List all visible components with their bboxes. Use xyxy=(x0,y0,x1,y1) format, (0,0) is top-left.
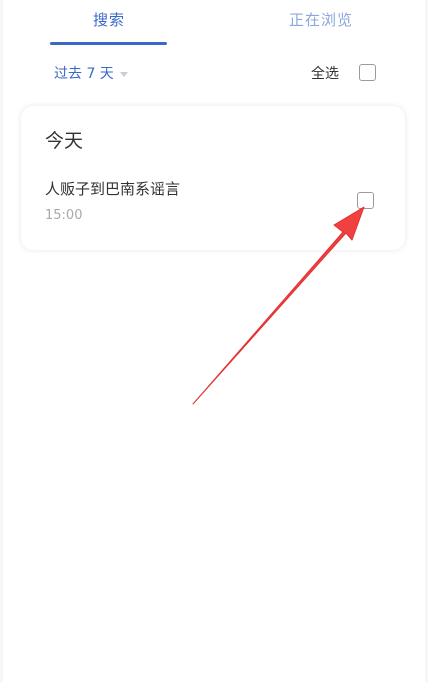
active-tab-indicator xyxy=(50,42,167,45)
tab-browsing[interactable]: 正在浏览 xyxy=(289,10,353,30)
history-item-time: 15:00 xyxy=(45,208,83,223)
history-screen: 搜索 正在浏览 过去 7 天 全选 今天 人贩子到巴南系谣言 15:00 xyxy=(3,0,425,682)
time-range-dropdown[interactable]: 过去 7 天 xyxy=(54,64,128,84)
select-all-checkbox[interactable] xyxy=(359,64,376,81)
tab-search[interactable]: 搜索 xyxy=(93,10,125,30)
history-card: 今天 人贩子到巴南系谣言 15:00 xyxy=(21,106,405,250)
time-range-label: 过去 7 天 xyxy=(54,66,114,82)
select-all-label: 全选 xyxy=(311,66,339,82)
history-item-title[interactable]: 人贩子到巴南系谣言 xyxy=(45,179,180,199)
chevron-down-icon xyxy=(119,71,128,77)
history-item-checkbox[interactable] xyxy=(357,192,374,209)
section-title-today: 今天 xyxy=(45,130,84,152)
